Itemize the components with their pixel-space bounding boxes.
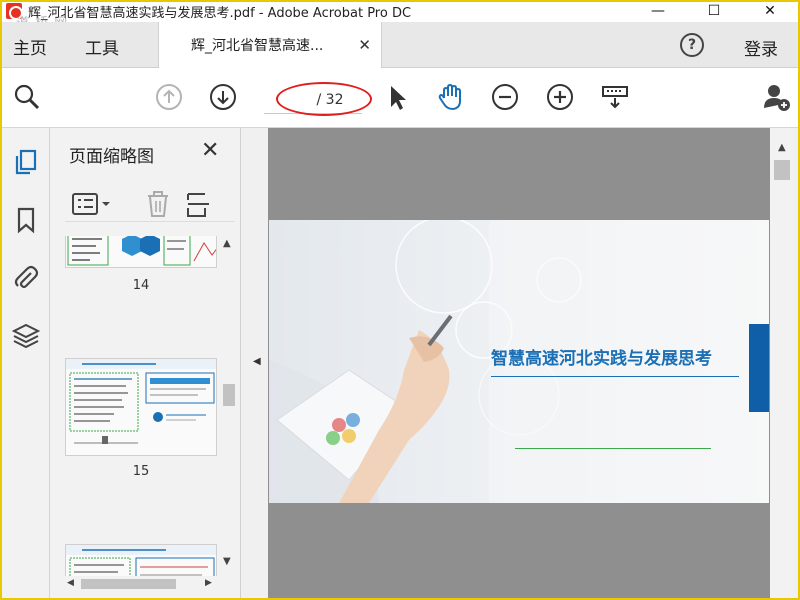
- extract-page-icon[interactable]: [185, 190, 215, 218]
- main-toolbar: / 32: [2, 68, 798, 128]
- hand-tool-icon[interactable]: [436, 82, 466, 112]
- thumbnail-page[interactable]: [65, 358, 217, 456]
- slide-green-rule: [515, 448, 711, 449]
- page-thumbnails-icon[interactable]: [10, 146, 42, 178]
- thumbnails-panel-title: 页面缩略图: [69, 147, 154, 167]
- zoom-in-icon[interactable]: [545, 82, 575, 112]
- menu-tab-bar: 主页 工具 辉_河北省智慧高速... ✕ ? 登录: [2, 22, 798, 68]
- login-link[interactable]: 登录: [744, 35, 778, 60]
- window-title: 辉_河北省智慧高速实践与发展思考.pdf - Adobe Acrobat Pro…: [28, 5, 412, 21]
- horizontal-scroll-thumb[interactable]: [81, 579, 176, 589]
- navigation-rail: [2, 128, 50, 598]
- zoom-out-icon[interactable]: [490, 82, 520, 112]
- thumbnails-close-icon[interactable]: ✕: [201, 138, 219, 163]
- document-view[interactable]: 智慧高速河北实践与发展思考: [268, 128, 770, 598]
- thumbnail-page[interactable]: [65, 544, 217, 576]
- scroll-right-arrow-icon[interactable]: ▶: [205, 578, 212, 588]
- thumbnail-page[interactable]: [65, 236, 217, 268]
- window-titlebar: 辉_河北省智慧高速实践与发展思考.pdf - Adobe Acrobat Pro…: [2, 0, 798, 22]
- document-tab[interactable]: 辉_河北省智慧高速... ✕: [158, 22, 382, 68]
- scroll-thumb[interactable]: [223, 384, 235, 406]
- help-icon[interactable]: ?: [680, 33, 704, 57]
- layers-icon[interactable]: [10, 320, 42, 352]
- doc-scroll-thumb[interactable]: [774, 160, 790, 180]
- slide-title-underline: [491, 376, 739, 377]
- next-page-icon[interactable]: [208, 82, 238, 112]
- document-scrollbar[interactable]: ▲: [770, 128, 794, 598]
- thumbnail-list: 14 15: [51, 236, 221, 576]
- page-total: / 32: [316, 91, 344, 108]
- thumbnail-horizontal-scrollbar[interactable]: ◀ ▶: [65, 576, 217, 592]
- bookmark-icon[interactable]: [10, 204, 42, 236]
- thumbnails-toolbar: [65, 186, 235, 222]
- scroll-down-arrow-icon[interactable]: ▼: [223, 556, 231, 567]
- close-window-button[interactable]: ✕: [742, 0, 798, 22]
- scroll-left-arrow-icon[interactable]: ◀: [67, 578, 74, 588]
- scroll-up-arrow-icon[interactable]: ▲: [223, 238, 231, 249]
- page-number-input[interactable]: [282, 91, 313, 108]
- thumbnails-panel: 页面缩略图 ✕ 14 15 ▲ ▼ ◀ ▶: [51, 128, 241, 598]
- select-arrow-icon[interactable]: [382, 82, 412, 112]
- slide-title: 智慧高速河北实践与发展思考: [491, 349, 712, 368]
- maximize-button[interactable]: ☐: [686, 0, 742, 22]
- keyboard-tools-icon[interactable]: [600, 82, 630, 112]
- attachment-icon[interactable]: [10, 262, 42, 294]
- collapse-panel-arrow-icon[interactable]: ◀: [253, 356, 261, 367]
- slide-accent-bar: [749, 324, 769, 412]
- window-controls: — ☐ ✕: [630, 0, 798, 22]
- pdf-page: 智慧高速河北实践与发展思考: [269, 220, 769, 503]
- share-user-icon[interactable]: [762, 82, 792, 112]
- thumbnail-options-icon[interactable]: [71, 190, 111, 218]
- delete-page-icon[interactable]: [145, 190, 171, 218]
- thumbnail-vertical-scrollbar[interactable]: ▲ ▼: [219, 236, 237, 576]
- thumbnail-label: 14: [132, 278, 150, 293]
- page-number-box: / 32: [264, 86, 362, 114]
- minimize-button[interactable]: —: [630, 0, 686, 22]
- tab-close-icon[interactable]: ✕: [358, 36, 371, 54]
- document-tab-label: 辉_河北省智慧高速...: [191, 38, 324, 54]
- prev-page-icon[interactable]: [154, 82, 184, 112]
- menu-home[interactable]: 主页: [13, 34, 47, 59]
- menu-tools[interactable]: 工具: [85, 34, 119, 59]
- search-icon[interactable]: [12, 82, 42, 112]
- doc-scroll-up-arrow-icon[interactable]: ▲: [778, 142, 786, 153]
- thumbnail-label: 15: [132, 464, 150, 479]
